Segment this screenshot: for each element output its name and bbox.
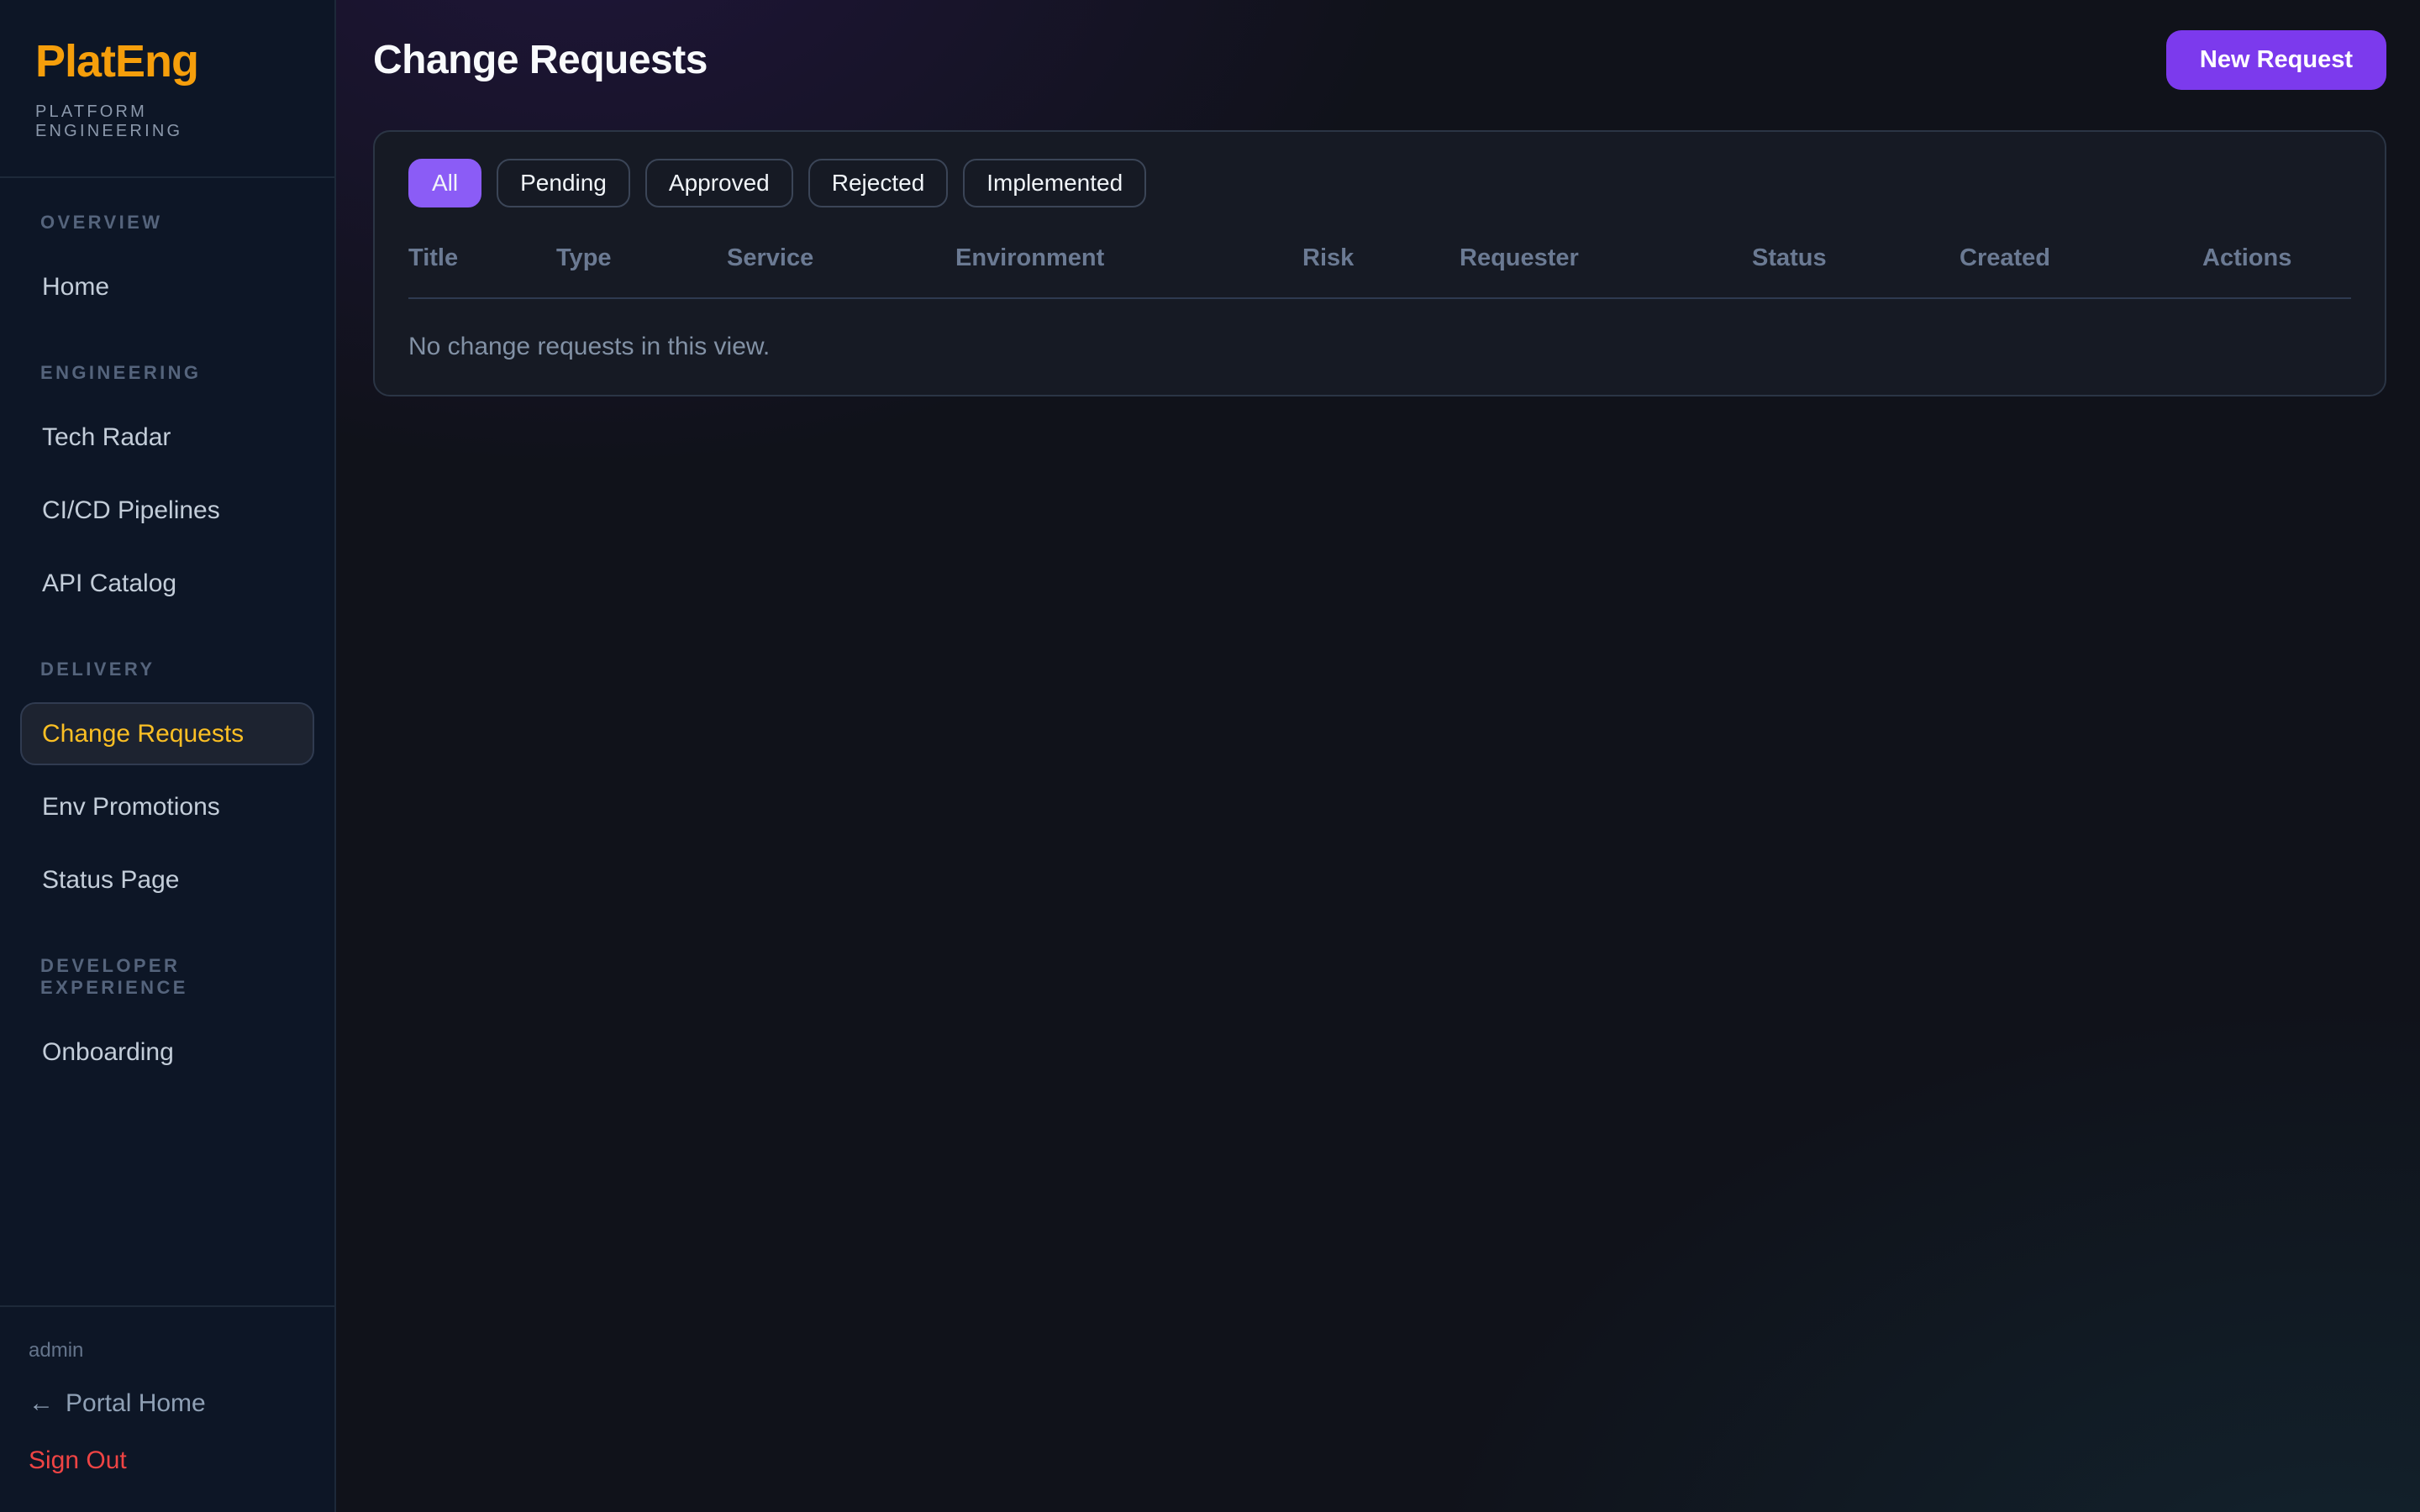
sidebar-section-engineering: ENGINEERING Tech Radar CI/CD Pipelines A…: [20, 362, 314, 615]
sidebar-section-overview: OVERVIEW Home: [20, 212, 314, 318]
section-label-engineering: ENGINEERING: [20, 362, 314, 384]
column-header-risk: Risk: [1302, 244, 1460, 272]
sidebar-item-home[interactable]: Home: [20, 255, 314, 318]
filter-tab-approved[interactable]: Approved: [645, 159, 793, 207]
sidebar-item-change-requests[interactable]: Change Requests: [20, 702, 314, 765]
column-header-type: Type: [556, 244, 727, 272]
sidebar-section-delivery: DELIVERY Change Requests Env Promotions …: [20, 659, 314, 911]
sidebar-footer: admin ← Portal Home Sign Out: [0, 1305, 334, 1512]
portal-home-link[interactable]: ← Portal Home: [29, 1389, 306, 1418]
left-arrow-icon: ←: [29, 1389, 54, 1418]
sidebar-section-developer-experience: DEVELOPER EXPERIENCE Onboarding: [20, 955, 314, 1084]
column-header-status: Status: [1752, 244, 1960, 272]
filter-tab-implemented[interactable]: Implemented: [963, 159, 1146, 207]
filter-tab-all[interactable]: All: [408, 159, 481, 207]
sidebar-item-tech-radar[interactable]: Tech Radar: [20, 406, 314, 469]
empty-state-message: No change requests in this view.: [408, 299, 2351, 361]
sidebar-item-onboarding[interactable]: Onboarding: [20, 1021, 314, 1084]
main-content: Change Requests New Request All Pending …: [336, 0, 2420, 1512]
logo-block: PlatEng PLATFORM ENGINEERING: [0, 0, 334, 178]
filter-tab-pending[interactable]: Pending: [497, 159, 630, 207]
page-header: Change Requests New Request: [373, 30, 2386, 90]
brand-logo: PlatEng: [35, 39, 299, 84]
sidebar-item-env-promotions[interactable]: Env Promotions: [20, 775, 314, 838]
brand-subtitle: PLATFORM ENGINEERING: [35, 102, 299, 141]
sign-out-link[interactable]: Sign Out: [29, 1446, 306, 1475]
portal-home-label: Portal Home: [66, 1389, 206, 1418]
page-title: Change Requests: [373, 37, 708, 83]
new-request-button[interactable]: New Request: [2166, 30, 2386, 90]
section-label-overview: OVERVIEW: [20, 212, 314, 234]
column-header-environment: Environment: [955, 244, 1302, 272]
section-label-delivery: DELIVERY: [20, 659, 314, 680]
sidebar-item-cicd-pipelines[interactable]: CI/CD Pipelines: [20, 479, 314, 542]
column-header-requester: Requester: [1460, 244, 1752, 272]
column-header-actions: Actions: [2202, 244, 2351, 272]
change-requests-panel: All Pending Approved Rejected Implemente…: [373, 130, 2386, 396]
section-label-developer-experience: DEVELOPER EXPERIENCE: [20, 955, 314, 999]
sidebar-item-status-page[interactable]: Status Page: [20, 848, 314, 911]
column-header-title: Title: [408, 244, 556, 272]
filter-tab-rejected[interactable]: Rejected: [808, 159, 949, 207]
sidebar-item-api-catalog[interactable]: API Catalog: [20, 552, 314, 615]
sidebar-nav: OVERVIEW Home ENGINEERING Tech Radar CI/…: [0, 178, 334, 1305]
status-filter-tabs: All Pending Approved Rejected Implemente…: [408, 159, 2351, 207]
sidebar: PlatEng PLATFORM ENGINEERING OVERVIEW Ho…: [0, 0, 336, 1512]
logged-in-username: admin: [29, 1339, 306, 1362]
column-header-service: Service: [727, 244, 955, 272]
table-header-row: Title Type Service Environment Risk Requ…: [408, 244, 2351, 299]
column-header-created: Created: [1960, 244, 2202, 272]
